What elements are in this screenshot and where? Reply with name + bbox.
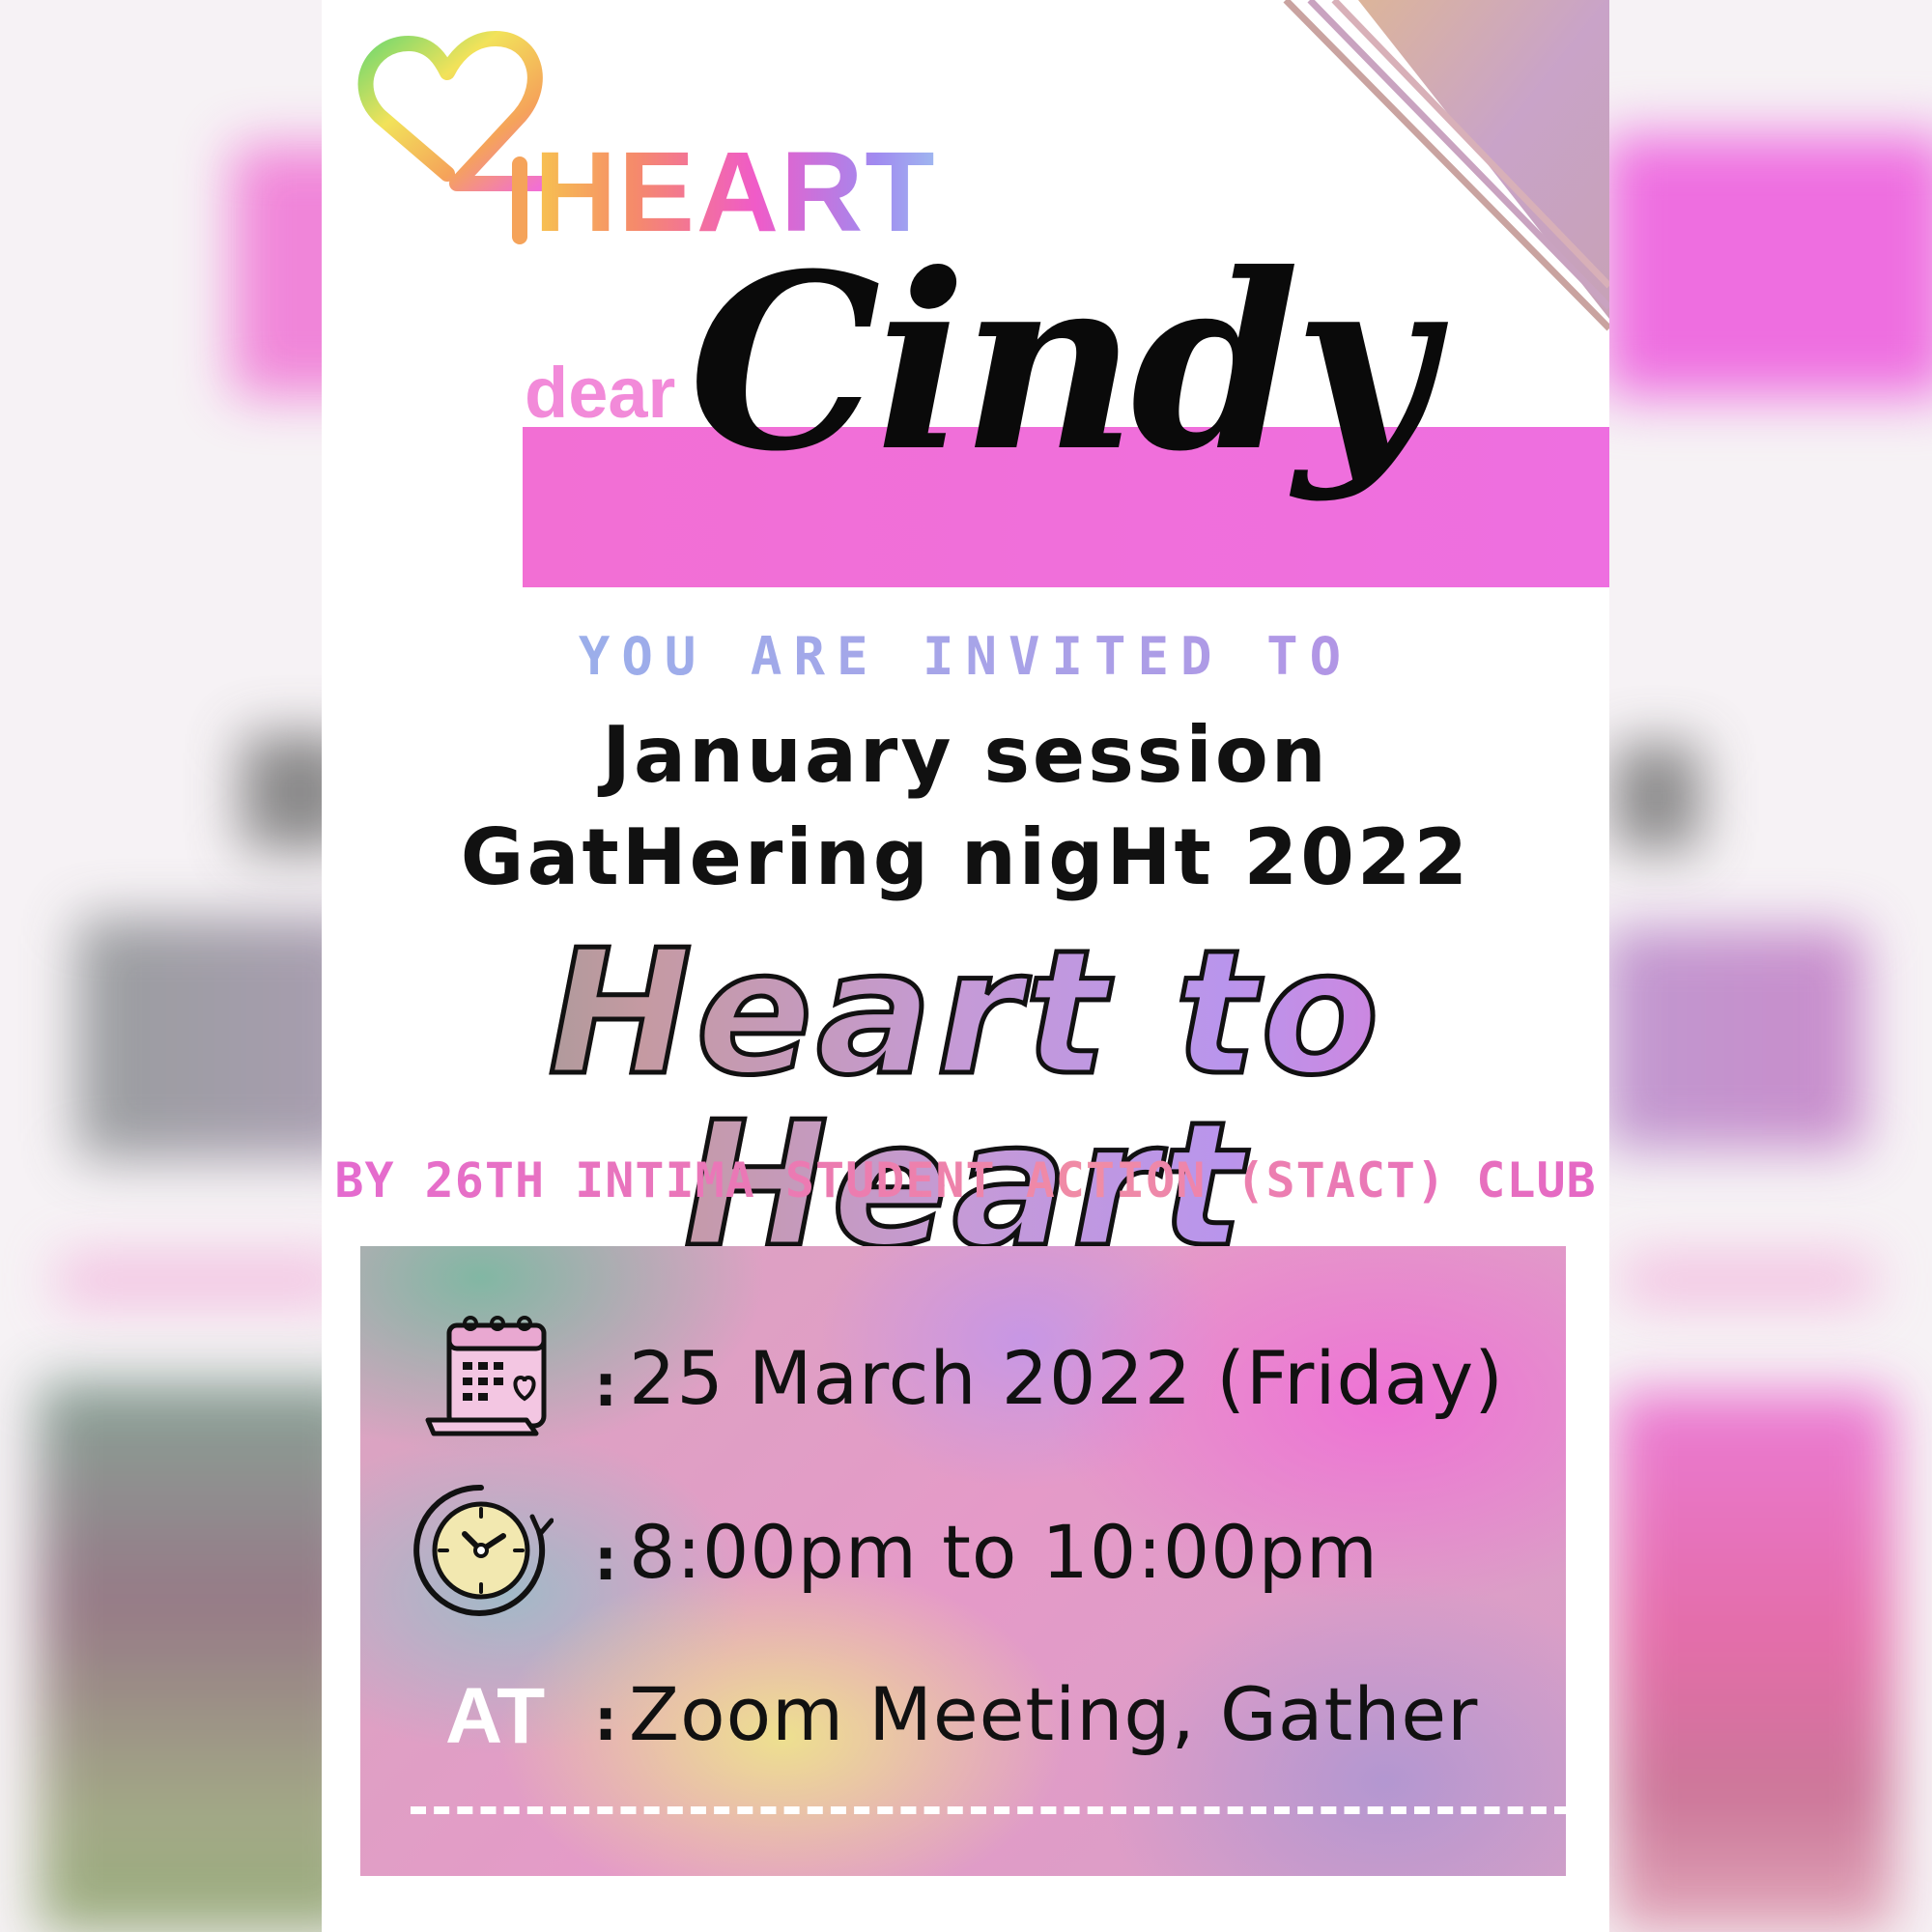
blur-patch: [1623, 1256, 1874, 1304]
invited-heading: YOU ARE INVITED TO: [322, 626, 1609, 687]
dashed-divider: [411, 1806, 1566, 1814]
2heart-logo: HEART: [351, 29, 934, 251]
venue-label: AT: [445, 1672, 546, 1760]
theme-title: Heart to Heart: [322, 924, 1609, 1273]
blur-patch: [39, 1381, 367, 1932]
blur-patch: [1604, 927, 1864, 1150]
blur-patch: [1613, 744, 1700, 850]
rainbow-heart-logo: [357, 31, 552, 244]
invitation-card: HEART dear Cindy YOU ARE INVITED TO Janu…: [322, 0, 1609, 1932]
greeting-prefix: dear: [525, 353, 676, 433]
guest-name: Cindy: [689, 220, 1435, 504]
calendar-heart-icon: [425, 1316, 547, 1436]
clock-icon: [413, 1484, 554, 1616]
blur-patch: [1613, 1391, 1893, 1932]
blur-patch: [58, 1256, 348, 1304]
venue-separator: :: [594, 1687, 617, 1754]
event-details-panel: : 25 March 2022 (Friday) : 8:00pm to 10:…: [360, 1246, 1566, 1876]
time-separator: :: [594, 1526, 617, 1594]
organizer-line: BY 26TH INTIMA STUDENT ACTION (STACT) CL…: [322, 1152, 1609, 1208]
event-title-line1: January session: [602, 710, 1329, 800]
event-time: 8:00pm to 10:00pm: [629, 1509, 1378, 1595]
date-separator: :: [594, 1352, 617, 1420]
blur-patch: [1604, 135, 1932, 396]
event-title-line2: GatHering nigHt 2022: [460, 812, 1471, 902]
event-venue: Zoom Meeting, Gather: [629, 1671, 1479, 1757]
event-date: 25 March 2022 (Friday): [629, 1335, 1504, 1421]
